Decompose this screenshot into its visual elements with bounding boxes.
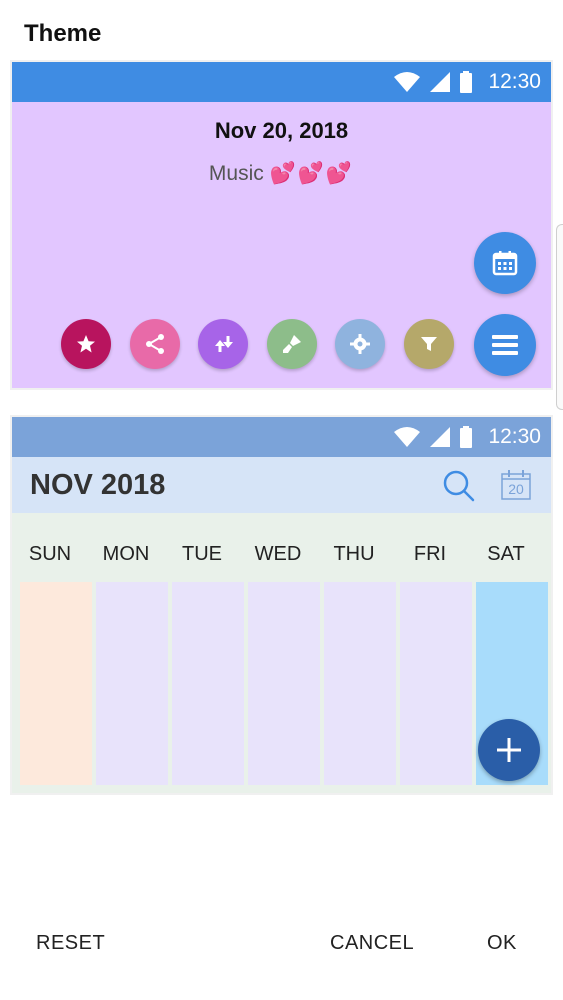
today-number: 20 [508, 481, 524, 497]
calendar-header: NOV 2018 20 [12, 457, 551, 513]
event-preview: 12:30 Nov 20, 2018 Music 💕💕💕 [12, 62, 551, 388]
day-column[interactable] [172, 582, 244, 785]
wifi-icon [394, 427, 421, 447]
theme-dialog: Theme 12:30 Nov 20, 2018 Music 💕💕💕 12:30… [0, 0, 563, 1000]
event-date: Nov 20, 2018 [214, 118, 349, 143]
import-export-icon [215, 336, 233, 352]
signal-icon [430, 72, 451, 92]
search-icon[interactable] [442, 469, 476, 503]
theme-preview-calendar-card[interactable]: 12:30 NOV 2018 20 SUN MON TUE WED THU FR… [10, 415, 553, 795]
battery-icon [460, 71, 473, 93]
calendar-preview: 12:30 NOV 2018 20 SUN MON TUE WED THU FR… [12, 417, 551, 793]
filter-fab[interactable] [404, 319, 454, 369]
star-fab[interactable] [61, 319, 111, 369]
calendar-icon [492, 251, 518, 276]
cancel-button[interactable]: CANCEL [330, 932, 414, 955]
paint-brush-fab[interactable] [267, 319, 317, 369]
menu-fab[interactable] [474, 314, 536, 376]
day-column[interactable] [20, 582, 92, 785]
day-column[interactable] [96, 582, 168, 785]
weekday-row: SUN MON TUE WED THU FRI SAT [12, 543, 551, 566]
plus-icon [497, 738, 521, 762]
paint-brush-icon [283, 335, 301, 353]
settings-fab[interactable] [335, 319, 385, 369]
event-text: Music [208, 162, 264, 185]
month-label: NOV 2018 [30, 469, 166, 501]
filter-icon [421, 337, 437, 351]
status-time: 12:30 [488, 425, 541, 448]
ok-button[interactable]: OK [487, 932, 517, 955]
status-bar: 12:30 [12, 417, 551, 457]
menu-icon [492, 335, 518, 355]
event-emoji: 💕💕💕 [269, 162, 355, 185]
calendar-grid [20, 582, 548, 785]
calendar-fab[interactable] [474, 232, 536, 294]
edge-panel-handle[interactable] [556, 224, 563, 410]
event-title: Music 💕💕💕 [12, 162, 551, 186]
reset-button[interactable]: RESET [36, 932, 105, 955]
add-event-fab[interactable] [478, 719, 540, 781]
today-button[interactable]: 20 [500, 469, 532, 501]
signal-icon [430, 427, 451, 447]
gear-icon [350, 334, 370, 354]
theme-preview-event-card[interactable]: 12:30 Nov 20, 2018 Music 💕💕💕 [10, 60, 553, 390]
import-export-fab[interactable] [198, 319, 248, 369]
weekday-sat: SAT [487, 543, 525, 565]
battery-icon [460, 426, 473, 448]
dialog-title: Theme [24, 20, 102, 47]
day-column[interactable] [248, 582, 320, 785]
share-fab[interactable] [130, 319, 180, 369]
weekday-wed: WED [254, 543, 302, 565]
status-bar: 12:30 [12, 62, 551, 102]
weekday-sun: SUN [28, 543, 72, 565]
weekday-thu: THU [333, 543, 375, 565]
day-column[interactable] [324, 582, 396, 785]
day-column[interactable] [400, 582, 472, 785]
status-time: 12:30 [488, 70, 541, 93]
weekday-tue: TUE [182, 543, 222, 565]
share-icon [146, 334, 164, 354]
wifi-icon [394, 72, 421, 92]
weekday-mon: MON [102, 543, 150, 565]
weekday-fri: FRI [413, 543, 447, 565]
star-icon [77, 335, 95, 353]
